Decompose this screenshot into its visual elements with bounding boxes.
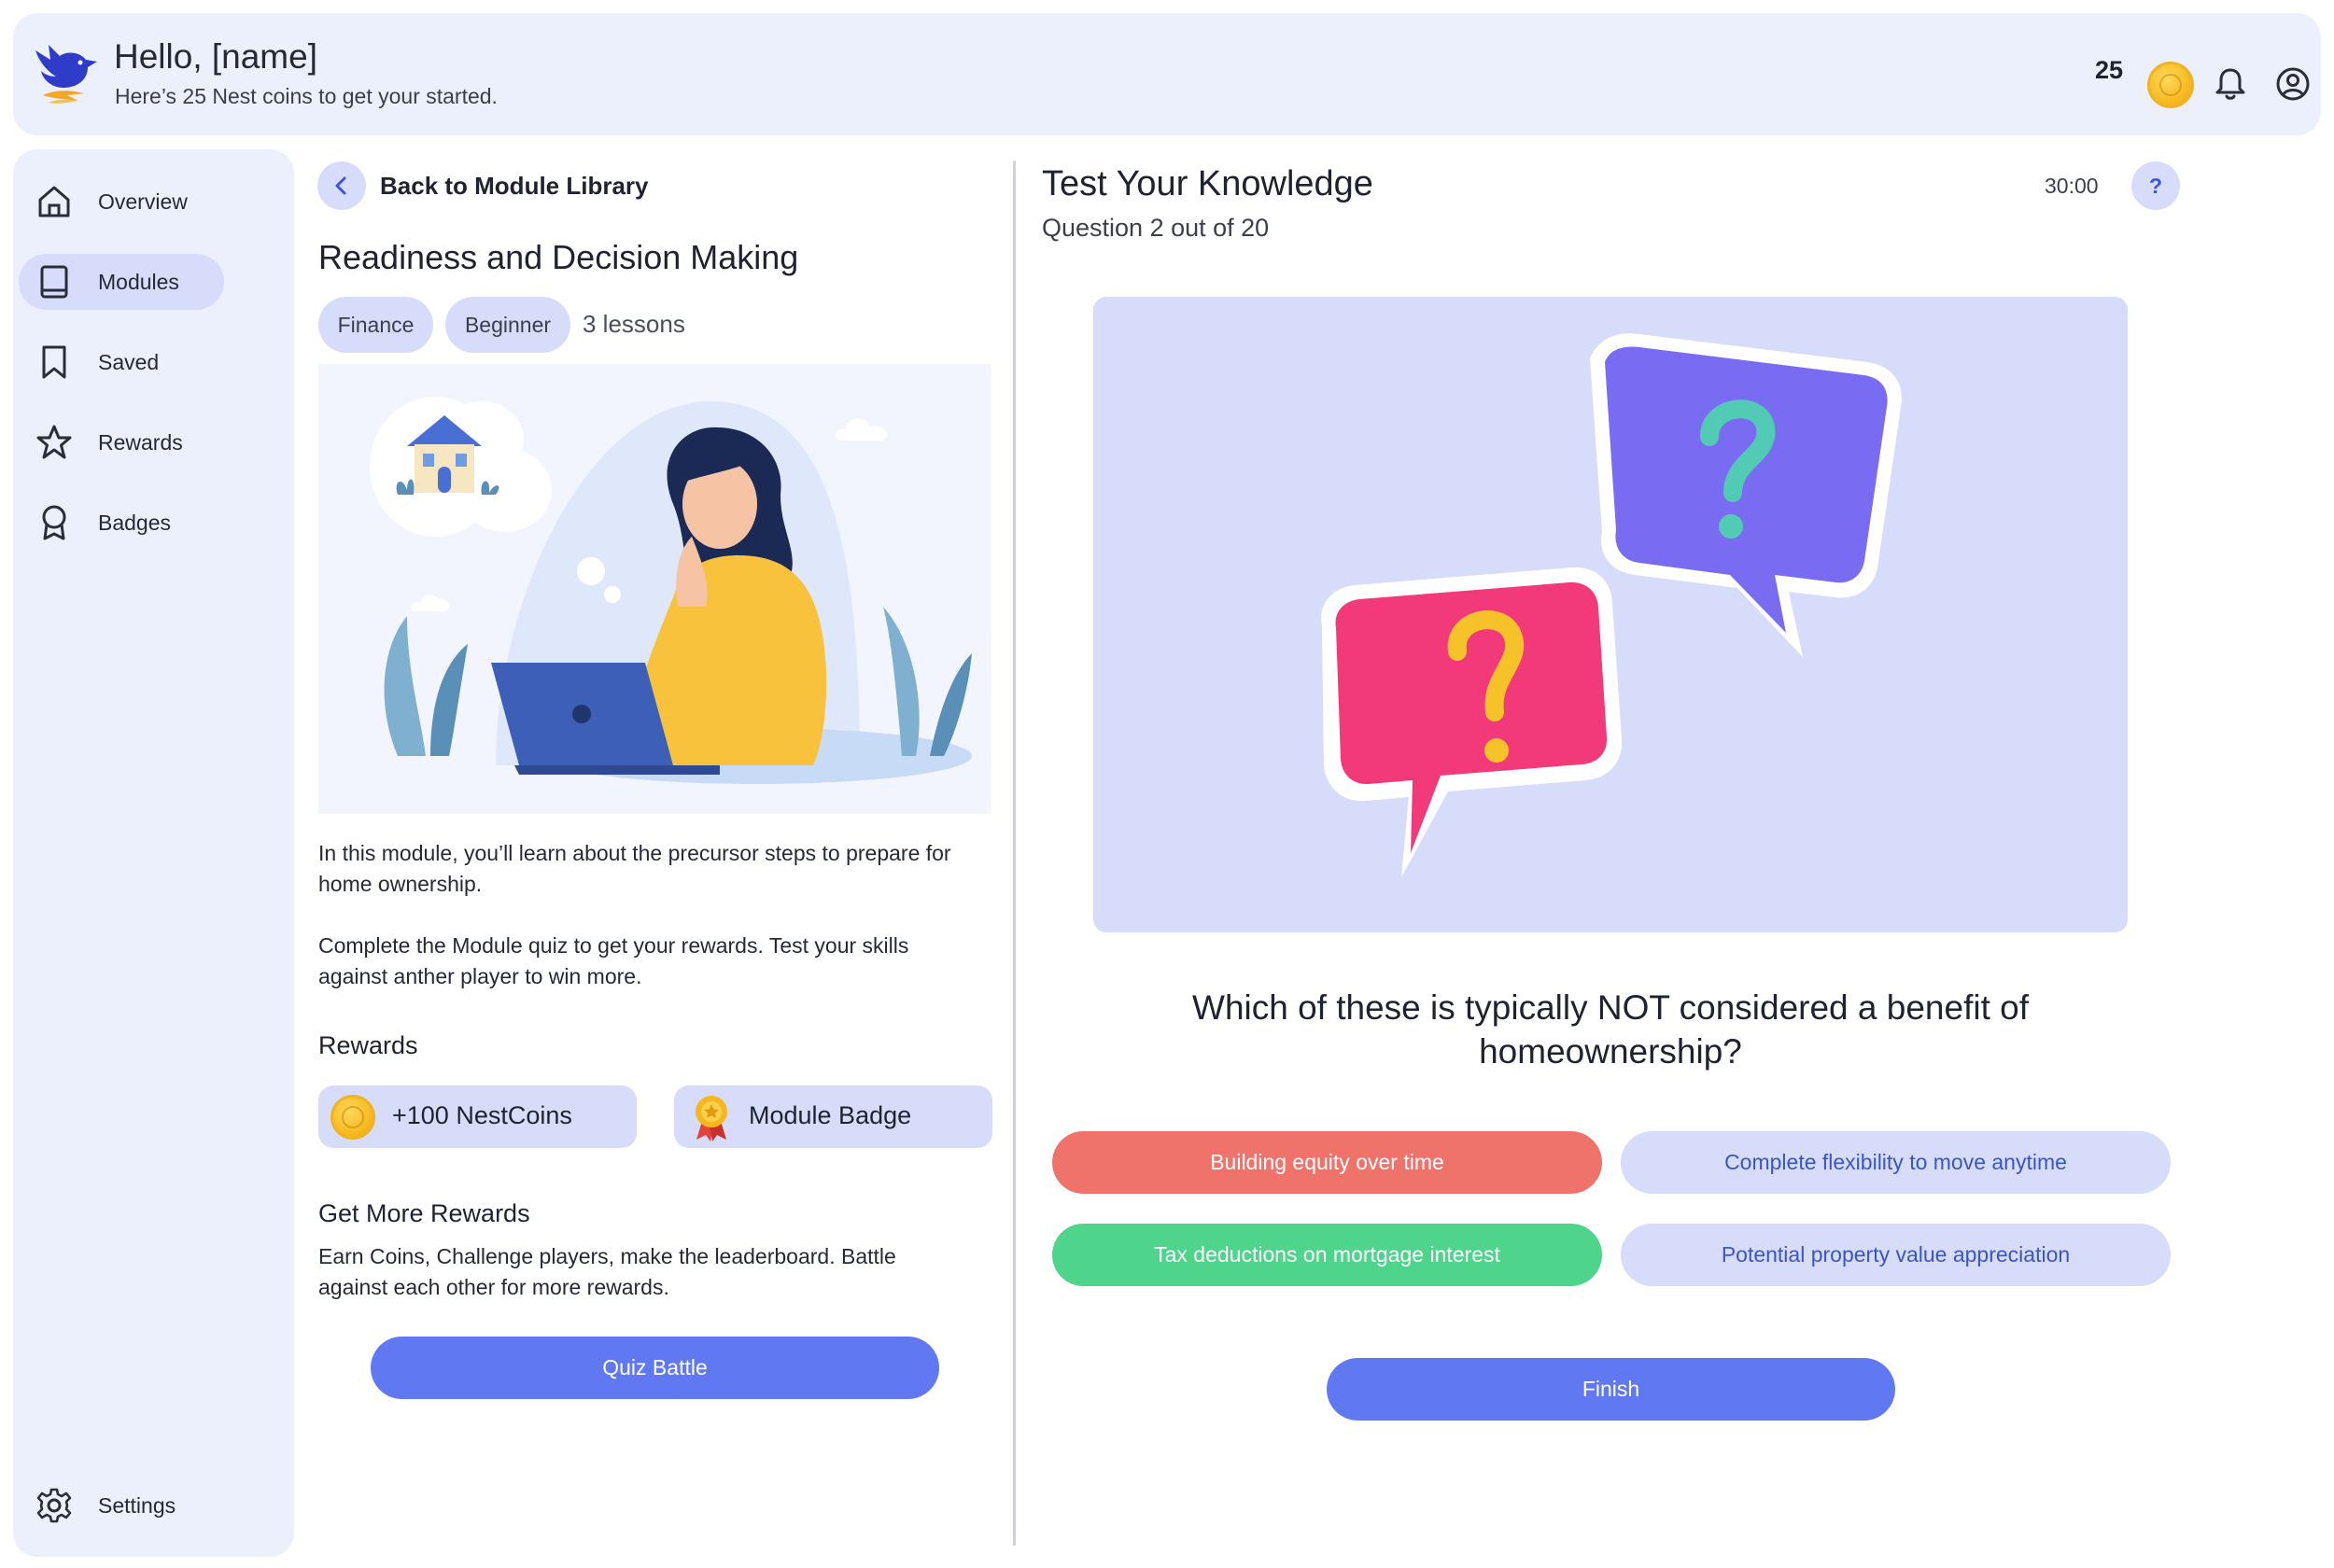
finish-button[interactable]: Finish — [1327, 1358, 1895, 1421]
reward-label: Module Badge — [749, 1101, 912, 1129]
bookmark-icon — [42, 345, 66, 379]
reward-label: +100 NestCoins — [392, 1101, 572, 1129]
bird-logo-icon[interactable] — [30, 39, 99, 110]
sidebar-item-label[interactable]: Modules — [98, 270, 179, 295]
question-progress: Question 2 out of 20 — [1042, 214, 1270, 242]
badge-icon — [42, 505, 66, 540]
quiz-timer: 30:00 — [2045, 174, 2099, 198]
reward-module-badge: Module Badge — [674, 1085, 992, 1148]
more-rewards-heading: Get More Rewards — [318, 1199, 530, 1227]
sidebar-item-label[interactable]: Badges — [98, 511, 171, 536]
sidebar-item-label[interactable]: Overview — [98, 189, 188, 215]
sidebar-item-label[interactable]: Rewards — [98, 430, 183, 455]
answer-option-2[interactable]: Complete flexibility to move anytime — [1621, 1131, 2171, 1194]
bell-icon[interactable] — [2212, 65, 2249, 103]
back-button[interactable] — [317, 161, 366, 210]
reward-nestcoins: +100 NestCoins — [318, 1085, 637, 1148]
gear-icon[interactable] — [35, 1487, 73, 1524]
settings-link[interactable]: Settings — [98, 1493, 176, 1519]
quiz-illustration — [1093, 297, 2128, 932]
quiz-title: Test Your Knowledge — [1042, 164, 1373, 203]
question-text: Which of these is typically NOT consider… — [1192, 988, 2029, 1071]
tag-finance: Finance — [318, 297, 433, 353]
star-icon — [36, 425, 72, 459]
module-quiz-info: Complete the Module quiz to get your rew… — [318, 933, 909, 988]
greeting-subtitle: Here’s 25 Nest coins to get your started… — [115, 84, 498, 108]
medal-icon — [696, 1096, 727, 1141]
home-icon — [38, 186, 70, 217]
book-icon — [40, 265, 68, 299]
answer-option-4[interactable]: Potential property value appreciation — [1621, 1224, 2171, 1286]
module-illustration — [318, 364, 991, 814]
user-account-icon[interactable] — [2274, 65, 2312, 103]
sidebar-item-label[interactable]: Saved — [98, 350, 159, 375]
more-rewards-text: Earn Coins, Challenge players, make the … — [318, 1244, 896, 1299]
coin-icon — [330, 1095, 375, 1140]
panel-divider — [1013, 161, 1016, 1546]
lesson-count: 3 lessons — [583, 310, 685, 338]
module-description: In this module, you’ll learn about the p… — [318, 841, 951, 896]
rewards-heading: Rewards — [318, 1031, 418, 1059]
tag-beginner: Beginner — [445, 297, 570, 353]
quiz-battle-button[interactable]: Quiz Battle — [371, 1337, 939, 1399]
top-header: Hello, [name] Here’s 25 Nest coins to ge… — [13, 13, 2321, 135]
coin-count: 25 — [2095, 56, 2124, 84]
answer-option-1[interactable]: Building equity over time — [1052, 1131, 1602, 1194]
greeting-title: Hello, [name] — [114, 37, 317, 76]
coin-icon[interactable] — [2147, 62, 2194, 108]
chevron-left-icon — [335, 176, 346, 195]
answer-option-3[interactable]: Tax deductions on mortgage interest — [1052, 1224, 1602, 1286]
module-title: Readiness and Decision Making — [318, 238, 799, 276]
back-to-library-link[interactable]: Back to Module Library — [380, 172, 649, 201]
help-button[interactable]: ? — [2131, 161, 2180, 210]
